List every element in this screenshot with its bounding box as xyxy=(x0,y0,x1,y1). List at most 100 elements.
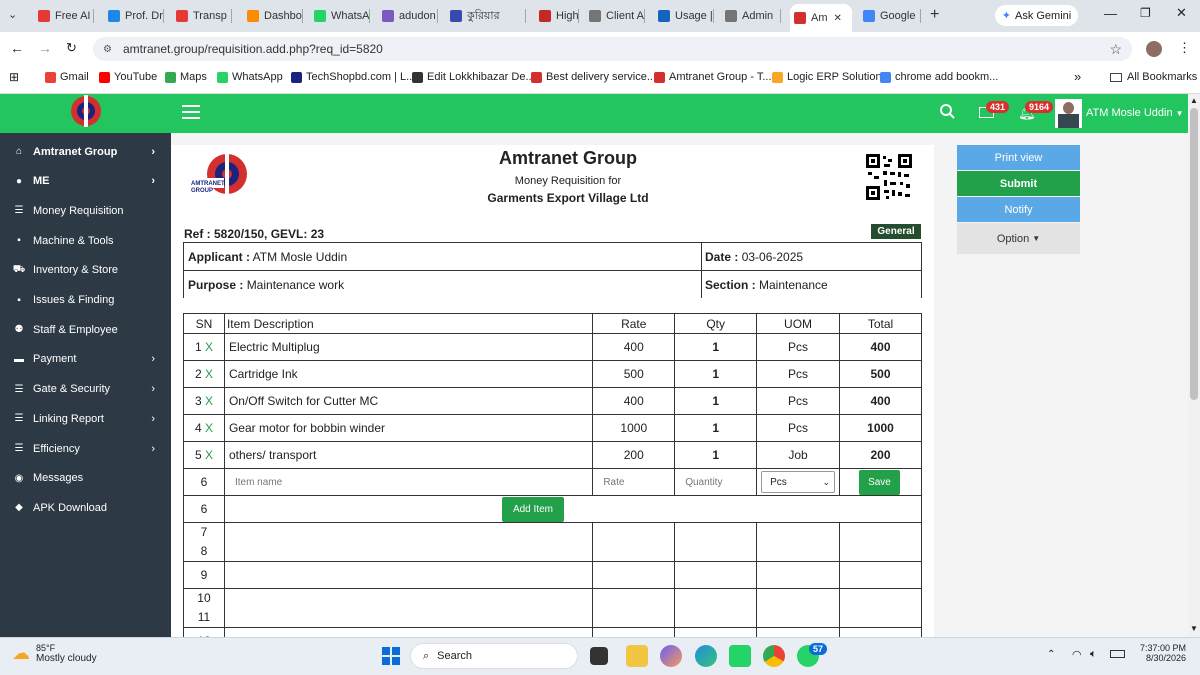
scroll-down-arrow[interactable]: ▼ xyxy=(1190,624,1198,633)
taskbar-search[interactable]: ⌕ Search xyxy=(410,643,578,669)
sidebar-item-apk-download[interactable]: ◆ APK Download xyxy=(0,493,171,522)
bookmark-item[interactable]: Edit Lokkhibazar De... xyxy=(412,71,535,83)
copilot-icon[interactable] xyxy=(660,645,682,667)
save-item-button[interactable]: Save xyxy=(858,469,900,495)
option-dropdown[interactable]: Option ▼ xyxy=(957,223,1080,254)
delete-row-button[interactable]: X xyxy=(205,421,213,435)
browser-menu-icon[interactable]: ⋮ xyxy=(1178,40,1191,56)
page-scrollbar[interactable]: ▲ ▼ xyxy=(1188,94,1200,637)
sidebar-item-efficiency[interactable]: ☰ Efficiency › xyxy=(0,434,171,463)
browser-tab[interactable]: Dashbo xyxy=(243,5,303,27)
browser-tab[interactable]: High Q xyxy=(535,5,579,27)
browser-tab[interactable]: Google xyxy=(859,5,921,27)
whatsapp-icon[interactable] xyxy=(729,645,751,667)
browser-tab[interactable]: Prof. Dr xyxy=(104,5,164,27)
browser-tab[interactable]: Client A xyxy=(585,5,645,27)
address-bar[interactable]: ⚙ amtranet.group/requisition.add.php?req… xyxy=(93,37,1132,61)
menu-toggle-icon[interactable] xyxy=(182,105,200,119)
sidebar-item-issues-finding[interactable]: ▪ Issues & Finding xyxy=(0,286,171,315)
user-menu[interactable]: ATM Mosle Uddin ▼ xyxy=(1086,107,1184,119)
browser-tab[interactable]: Am ✕ xyxy=(790,4,852,32)
bookmark-item[interactable]: Amtranet Group - T... xyxy=(654,71,772,83)
sidebar-item-gate-security[interactable]: ☰ Gate & Security › xyxy=(0,375,171,404)
bookmark-item[interactable]: Logic ERP Solution xyxy=(772,71,882,83)
sidebar-item-messages[interactable]: ◉ Messages xyxy=(0,464,171,493)
sidebar-item-linking-report[interactable]: ☰ Linking Report › xyxy=(0,404,171,433)
close-tab-icon[interactable]: ✕ xyxy=(834,13,842,24)
search-icon[interactable] xyxy=(940,104,955,122)
profile-avatar[interactable] xyxy=(1146,41,1162,57)
site-info-icon[interactable]: ⚙ xyxy=(103,44,112,55)
print-view-button[interactable]: Print view xyxy=(957,145,1080,170)
tab-search-button[interactable]: ⌄ xyxy=(8,8,17,21)
edge-icon[interactable] xyxy=(695,645,717,667)
delete-row-button[interactable]: X xyxy=(205,340,213,354)
item-name-input[interactable] xyxy=(228,472,589,492)
delete-row-button[interactable]: X xyxy=(205,448,213,462)
browser-tab[interactable]: Free AI xyxy=(34,5,94,27)
bookmark-item[interactable]: Maps xyxy=(165,71,207,83)
bookmark-item[interactable]: WhatsApp xyxy=(217,71,283,83)
task-view-icon[interactable] xyxy=(590,647,608,665)
chrome-icon[interactable] xyxy=(763,645,785,667)
new-tab-button[interactable]: + xyxy=(930,6,939,24)
browser-tab[interactable]: Admin xyxy=(721,5,781,27)
bookmark-item[interactable]: TechShopbd.com | L... xyxy=(291,71,415,83)
quantity-input[interactable] xyxy=(679,472,753,492)
sidebar-item-label: Amtranet Group xyxy=(33,145,118,158)
bookmark-item[interactable]: Gmail xyxy=(45,71,89,83)
browser-tab[interactable]: Usage | xyxy=(654,5,714,27)
bookmark-item[interactable]: chrome add bookm... xyxy=(880,71,998,83)
ask-gemini-button[interactable]: ✦ Ask Gemini xyxy=(995,5,1078,26)
forward-icon[interactable]: → xyxy=(38,40,52,56)
sidebar-item-staff-employee[interactable]: ⚉ Staff & Employee xyxy=(0,315,171,344)
sidebar-item-amtranet-group[interactable]: ⌂ Amtranet Group › xyxy=(0,137,171,166)
bookmark-star-icon[interactable]: ☆ xyxy=(1109,41,1122,58)
scroll-thumb[interactable] xyxy=(1190,108,1198,400)
all-bookmarks-button[interactable]: All Bookmarks xyxy=(1110,71,1197,83)
delete-row-button[interactable]: X xyxy=(205,367,213,381)
amtranet-logo[interactable] xyxy=(60,95,112,131)
sidebar-item-label: Efficiency xyxy=(33,442,80,455)
bookmark-item[interactable]: Best delivery service... xyxy=(531,71,656,83)
more-bookmarks-button[interactable]: » xyxy=(1074,69,1081,84)
volume-icon[interactable]: 🔈︎ xyxy=(1090,648,1097,661)
browser-tab[interactable]: adudon xyxy=(378,5,438,27)
minimize-button[interactable]: — xyxy=(1104,6,1117,21)
tab-label: কুরিয়ার xyxy=(467,9,500,22)
qr-code[interactable] xyxy=(866,154,912,200)
sidebar-item-me[interactable]: ● ME › xyxy=(0,167,171,196)
sidebar-item-inventory-store[interactable]: ⛟ Inventory & Store xyxy=(0,256,171,285)
user-avatar[interactable] xyxy=(1055,99,1082,128)
weather-widget[interactable]: ☁ 85°F Mostly cloudy xyxy=(12,643,97,664)
empty-cell xyxy=(674,561,758,589)
rate-input[interactable] xyxy=(597,472,671,492)
scroll-up-arrow[interactable]: ▲ xyxy=(1190,96,1198,105)
money-icon: ▬ xyxy=(14,353,24,365)
clock[interactable]: 7:37:00 PM 8/30/2026 xyxy=(1132,643,1186,663)
close-window-button[interactable]: ✕ xyxy=(1176,5,1187,21)
sidebar-item-machine-tools[interactable]: ▪ Machine & Tools xyxy=(0,226,171,255)
file-explorer-icon[interactable] xyxy=(626,645,648,667)
sidebar-item-money-requisition[interactable]: ☰ Money Requisition xyxy=(0,196,171,225)
apps-grid-icon[interactable]: ⊞ xyxy=(9,70,19,84)
add-item-button[interactable]: Add Item xyxy=(501,496,564,522)
hidden-icons-chevron[interactable]: ⌃ xyxy=(1047,649,1055,660)
sidebar-item-payment[interactable]: ▬ Payment › xyxy=(0,345,171,374)
restore-button[interactable]: ❐ xyxy=(1140,6,1151,20)
start-button[interactable] xyxy=(382,647,400,665)
browser-tab[interactable]: কুরিয়ার xyxy=(446,5,526,27)
battery-icon[interactable] xyxy=(1110,650,1125,658)
bookmark-item[interactable]: YouTube xyxy=(99,71,157,83)
reload-icon[interactable]: ↻ xyxy=(66,40,77,56)
qty-cell xyxy=(674,468,758,496)
delete-row-button[interactable]: X xyxy=(205,394,213,408)
browser-tab[interactable]: Transp xyxy=(172,5,232,27)
wifi-icon[interactable]: ◠ xyxy=(1072,648,1082,661)
submit-button[interactable]: Submit xyxy=(957,171,1080,196)
uom-select[interactable]: Pcs ⌄ xyxy=(761,471,835,493)
notify-button[interactable]: Notify xyxy=(957,197,1080,222)
browser-tab[interactable]: WhatsA xyxy=(310,5,370,27)
table-row: 5 Xothers/ transport 200 1 Job 200 xyxy=(183,441,923,469)
back-icon[interactable]: ← xyxy=(10,40,24,56)
